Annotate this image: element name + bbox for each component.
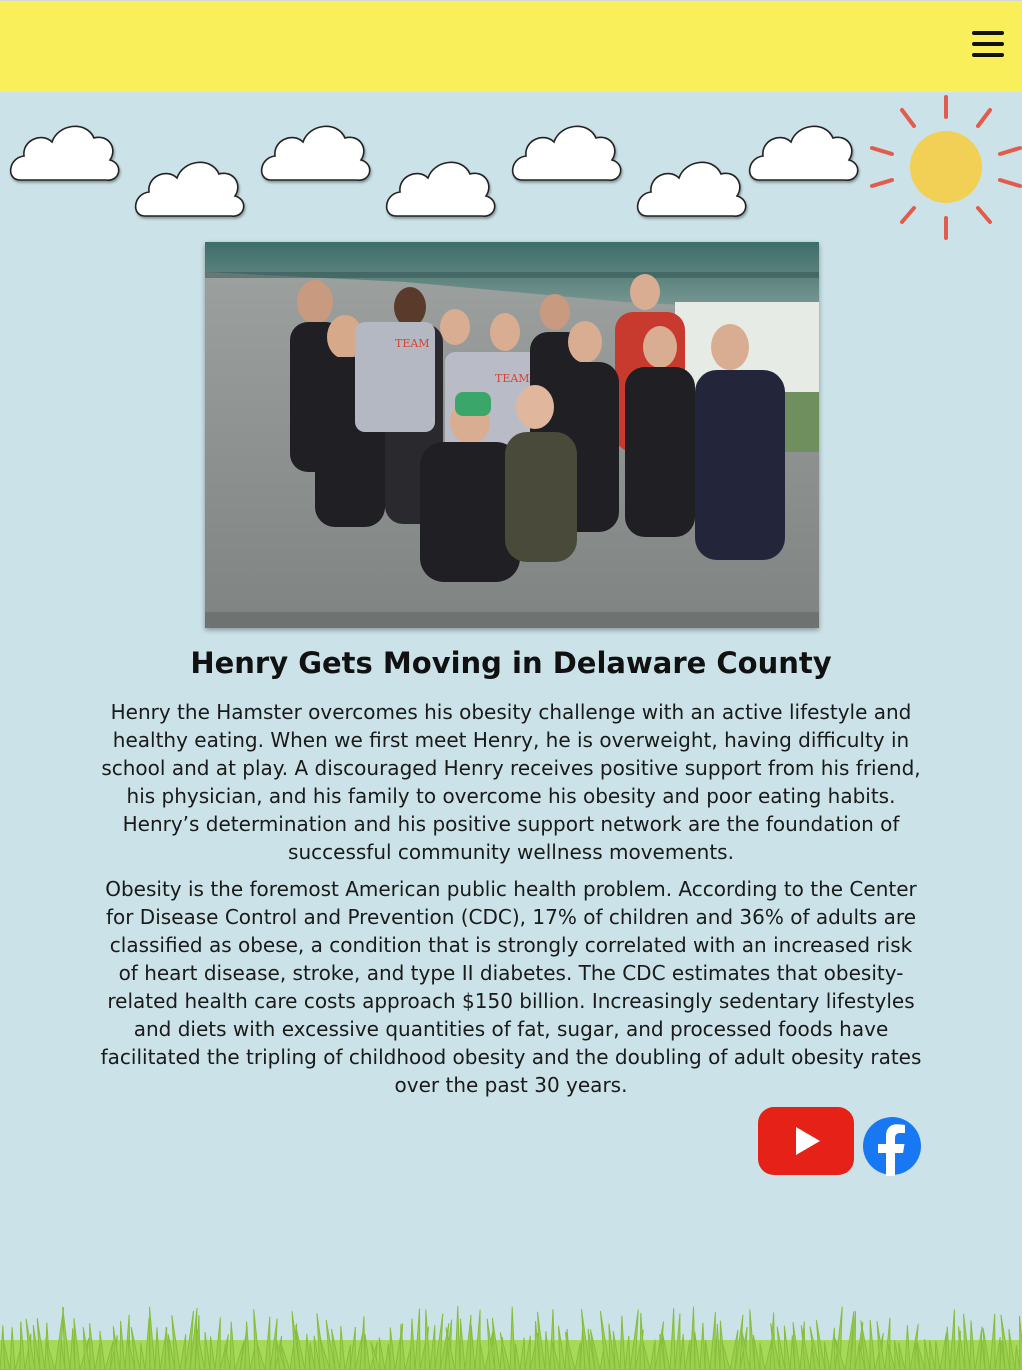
hamburger-menu-icon[interactable] (972, 29, 1006, 59)
article-body: Henry the Hamster overcomes his obesity … (100, 698, 922, 1108)
cloud-icon (9, 125, 120, 181)
youtube-icon[interactable] (758, 1107, 854, 1175)
svg-text:TEAM: TEAM (395, 337, 430, 350)
group-photo-image: TEAM TEAM (205, 242, 819, 628)
grass-decoration (0, 1306, 1022, 1370)
cloud-icon (748, 125, 859, 181)
facebook-icon[interactable] (862, 1112, 922, 1180)
paragraph-intro: Henry the Hamster overcomes his obesity … (101, 700, 921, 864)
cloud-icon (134, 161, 245, 217)
svg-text:TEAM: TEAM (495, 372, 530, 385)
sun-icon (870, 95, 1022, 240)
top-bar (0, 0, 1022, 92)
paragraph-obesity: Obesity is the foremost American public … (100, 877, 922, 1097)
cloud-icon (385, 161, 496, 217)
cloud-icon (511, 125, 622, 181)
team-henry-photo: TEAM TEAM (205, 242, 819, 628)
article-title: Henry Gets Moving in Delaware County (190, 646, 832, 680)
cloud-icon (636, 161, 747, 217)
cloud-icon (260, 125, 371, 181)
